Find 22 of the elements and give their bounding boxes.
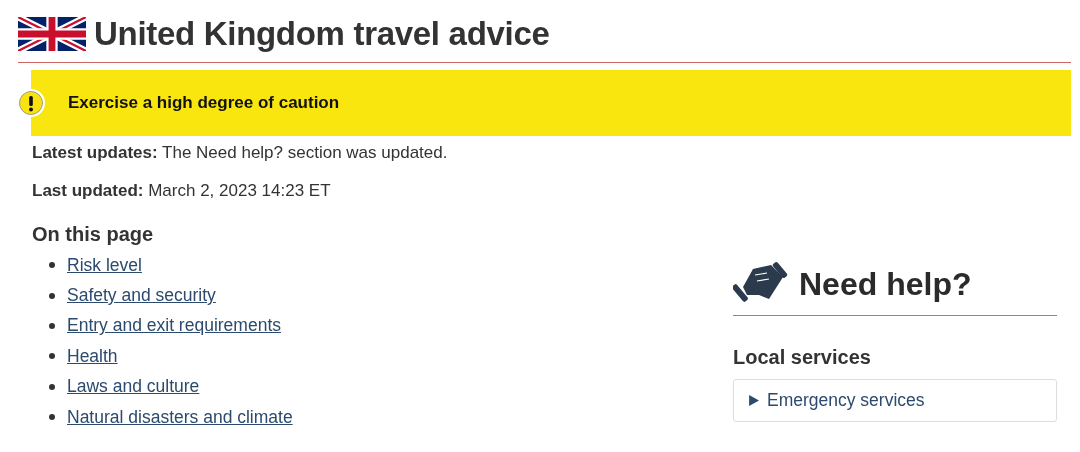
help-heading: Need help? bbox=[799, 265, 972, 303]
update-line: Latest updates: The Need help? section was updated. bbox=[32, 143, 449, 163]
expander[interactable]: Emergency services bbox=[733, 379, 1057, 422]
bullet-icon bbox=[49, 414, 55, 421]
page-link[interactable]: Health bbox=[67, 345, 118, 367]
banner-text: Exercise a high degree of caution bbox=[68, 93, 340, 113]
flag-icon bbox=[18, 17, 86, 51]
bullet-icon bbox=[49, 292, 55, 299]
page-title: United Kingdom travel advice bbox=[94, 15, 550, 53]
subheading: Local services bbox=[733, 346, 872, 369]
page-link[interactable]: Safety and security bbox=[67, 285, 216, 307]
page-link[interactable]: Laws and culture bbox=[67, 376, 200, 398]
bullet-icon bbox=[49, 322, 55, 329]
bullet-icon bbox=[49, 353, 55, 360]
page-link[interactable]: Risk level bbox=[67, 254, 142, 276]
page-link[interactable]: Natural disasters and climate bbox=[67, 406, 293, 428]
bullet-icon bbox=[49, 383, 55, 390]
bullet-icon bbox=[49, 262, 55, 269]
section-heading: On this page bbox=[32, 223, 155, 246]
triangle-icon bbox=[748, 395, 759, 406]
update-line: Last updated: March 2, 2023 14:23 ET bbox=[32, 181, 332, 201]
page-link[interactable]: Entry and exit requirements bbox=[67, 315, 281, 337]
